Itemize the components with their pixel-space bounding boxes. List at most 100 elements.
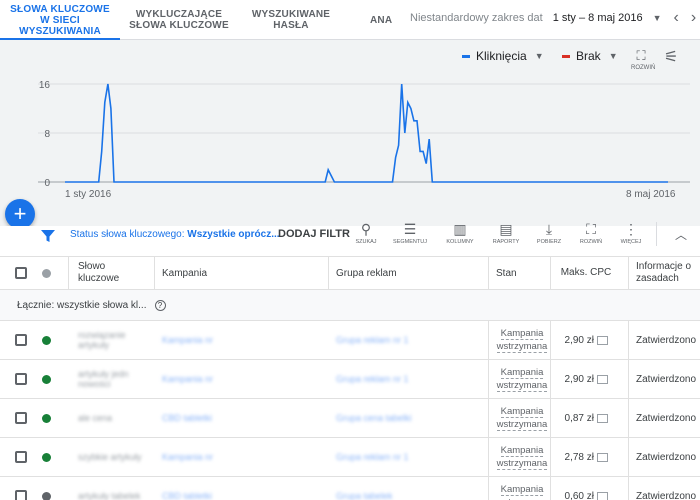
status-line2: wstrzymana [496, 380, 548, 392]
campaign-link[interactable]: CBD tabletki [162, 399, 212, 437]
campaign-link[interactable]: Kampania nr [162, 438, 213, 476]
clicks-line-chart: 0 8 16 1 sty 2016 8 maj 2016 [38, 80, 690, 200]
status-dot[interactable] [42, 360, 51, 398]
ad-group-text: Grupa reklam nr 1 [336, 335, 409, 345]
add-filter-button[interactable]: DODAJ FILTR [278, 228, 350, 240]
keyword-cell[interactable]: artykuły jedn nowości [78, 360, 148, 398]
ad-group-column-header[interactable]: Grupa reklam [336, 257, 397, 289]
keyword-cell[interactable]: rozwiązanie artykuły [78, 321, 148, 359]
chevron-up-icon[interactable]: ︿ [675, 226, 687, 243]
keyword-column-header[interactable]: Słowo kluczowe [78, 257, 138, 289]
max-cpc-column-header[interactable]: Maks. CPC [560, 257, 612, 289]
status-filter-chip[interactable]: Status słowa kluczowego: Wszystkie opróc… [70, 229, 280, 240]
campaign-link[interactable]: CBD tabletki [162, 477, 212, 500]
search-tool-button[interactable]: ⚲ SZUKAJ [348, 220, 384, 245]
column-divider [550, 256, 551, 290]
column-divider [550, 438, 551, 476]
date-range-value[interactable]: 1 sty – 8 maj 2016 [553, 12, 643, 24]
ad-group-link[interactable]: Grupa reklam nr 1 [336, 360, 409, 398]
ad-group-link[interactable]: Grupa cena tabelki [336, 399, 412, 437]
row-checkbox[interactable] [15, 438, 27, 476]
row-checkbox[interactable] [15, 399, 27, 437]
download-icon: ⤓ [545, 221, 553, 237]
status-cell[interactable]: Kampaniawstrzymana [496, 360, 548, 398]
columns-tool-button[interactable]: ▥ KOLUMNY [442, 220, 478, 245]
download-tool-label: POBIERZ [536, 239, 562, 245]
tab-search-terms[interactable]: WYSZUKIWANE HASŁA [238, 0, 344, 40]
column-divider [628, 477, 629, 500]
download-tool-button[interactable]: ⤓ POBIERZ [531, 220, 567, 245]
toolbar-divider [656, 222, 657, 246]
add-fab-button[interactable]: + [5, 199, 35, 229]
chart-icon[interactable] [597, 335, 608, 345]
ad-group-link[interactable]: Grupa reklam nr 1 [336, 321, 409, 359]
status-dot[interactable] [42, 438, 51, 476]
table-row[interactable]: artykuły tabelek CBD tabletki Grupa tabe… [0, 477, 700, 500]
date-range-picker[interactable]: Niestandardowy zakres dat 1 sty – 8 maj … [410, 0, 696, 36]
row-checkbox[interactable] [15, 477, 27, 500]
table-row[interactable]: rozwiązanie artykuły Kampania nr Grupa r… [0, 321, 700, 360]
expand-tool-button[interactable]: ⛶ ROZWIŃ [573, 220, 609, 245]
table-row[interactable]: artykuły jedn nowości Kampania nr Grupa … [0, 360, 700, 399]
column-divider [628, 256, 629, 290]
policy-cell: Zatwierdzono [636, 477, 696, 500]
reports-tool-button[interactable]: ▤ RAPORTY [488, 220, 524, 245]
keyword-cell[interactable]: artykuły tabelek [78, 477, 148, 500]
row-checkbox[interactable] [15, 321, 27, 359]
table-row[interactable]: szybkie artykuły Kampania nr Grupa rekla… [0, 438, 700, 477]
ad-group-link[interactable]: Grupa tabelek [336, 477, 393, 500]
keyword-cell[interactable]: ale cena [78, 399, 148, 437]
campaign-link[interactable]: Kampania nr [162, 360, 213, 398]
keyword-text: artykuły jedn nowości [78, 369, 129, 389]
max-cpc-cell[interactable]: 2,90 zł [556, 360, 612, 398]
chevron-left-icon[interactable]: ‹ [674, 9, 679, 27]
policy-column-header[interactable]: Informacje o zasadach [636, 257, 698, 289]
expand-tool-label: ROZWIŃ [579, 239, 603, 245]
help-icon[interactable]: ? [154, 299, 166, 311]
total-label-text: Łącznie: wszystkie słowa kl... [17, 299, 147, 311]
status-cell[interactable]: Kampaniawstrzymana [496, 321, 548, 359]
keyword-cell[interactable]: szybkie artykuły [78, 438, 148, 476]
tab-analysis[interactable]: ANA [370, 0, 404, 40]
keyword-text: artykuły tabelek [78, 491, 141, 500]
dropdown-caret-icon[interactable]: ▼ [653, 13, 662, 23]
ad-group-text: Grupa reklam nr 1 [336, 374, 409, 384]
max-cpc-cell[interactable]: 0,87 zł [556, 399, 612, 437]
table-row[interactable]: ale cena CBD tabletki Grupa cena tabelki… [0, 399, 700, 438]
status-dot[interactable] [42, 477, 51, 500]
status-dot[interactable] [42, 321, 51, 359]
columns-icon: ▥ [453, 221, 467, 237]
segment-tool-label: SEGMENTUJ [393, 239, 427, 245]
chart-icon[interactable] [597, 452, 608, 462]
cpc-value: 0,87 zł [564, 412, 594, 424]
chart-icon[interactable] [597, 413, 608, 423]
campaign-link[interactable]: Kampania nr [162, 321, 213, 359]
tab-search-keywords[interactable]: SŁOWA KLUCZOWE W SIECI WYSZUKIWANIA [0, 0, 120, 40]
more-tool-button[interactable]: ⋮ WIĘCEJ [613, 220, 649, 245]
status-cell[interactable]: Kampaniawstrzymana [496, 438, 548, 476]
ad-group-link[interactable]: Grupa reklam nr 1 [336, 438, 409, 476]
status-line2: wstrzymana [496, 419, 548, 431]
filter-icon[interactable] [40, 228, 56, 244]
status-column-header[interactable]: Stan [496, 257, 517, 289]
status-cell[interactable]: Kampaniawstrzymana [496, 399, 548, 437]
campaign-column-header[interactable]: Kampania [162, 257, 207, 289]
column-divider [628, 321, 629, 359]
max-cpc-cell[interactable]: 2,90 zł [556, 321, 612, 359]
chevron-right-icon[interactable]: › [691, 9, 696, 27]
max-cpc-cell[interactable]: 2,78 zł [556, 438, 612, 476]
table-header-row: Słowo kluczowe Kampania Grupa reklam Sta… [0, 256, 700, 290]
segment-tool-button[interactable]: ☰ SEGMENTUJ [392, 220, 428, 245]
select-all-checkbox[interactable] [15, 257, 27, 289]
status-cell[interactable]: Kampaniawstrzymana [496, 477, 548, 500]
reports-tool-label: RAPORTY [492, 239, 520, 245]
column-divider [488, 256, 489, 290]
policy-text: Zatwierdzono [636, 334, 697, 346]
tab-negative-keywords[interactable]: WYKLUCZAJĄCE SŁOWA KLUCZOWE [120, 0, 238, 40]
chart-icon[interactable] [597, 374, 608, 384]
max-cpc-cell[interactable]: 0,60 zł [556, 477, 612, 500]
total-label: Łącznie: wszystkie słowa kl... ? [17, 290, 166, 320]
status-dot[interactable] [42, 399, 51, 437]
row-checkbox[interactable] [15, 360, 27, 398]
chart-icon[interactable] [597, 491, 608, 500]
